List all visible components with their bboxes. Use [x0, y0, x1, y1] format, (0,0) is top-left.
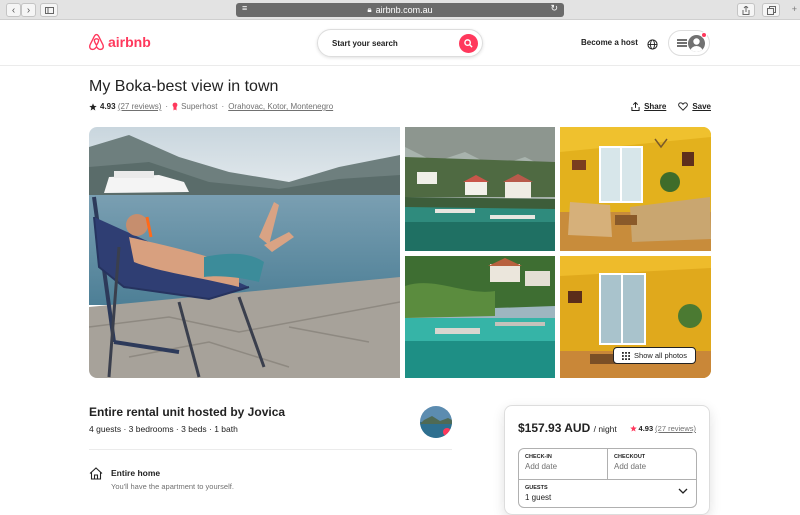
airbnb-logo-icon: [89, 33, 104, 51]
listing-heading: Entire rental unit hosted by Jovica: [89, 405, 286, 419]
highlight-title: Entire home: [111, 468, 161, 478]
listing-meta: 4.93 (27 reviews) · Superhost · Orahovac…: [89, 102, 333, 111]
star-icon: [629, 425, 637, 432]
photo-gallery: [89, 127, 711, 378]
tabs-icon: [766, 5, 776, 15]
language-button[interactable]: [647, 37, 658, 55]
forward-button[interactable]: ›: [21, 3, 36, 17]
superhost-icon: [172, 102, 178, 111]
location-link[interactable]: Orahovac, Kotor, Montenegro: [228, 102, 333, 111]
star-icon: [89, 102, 97, 110]
share-icon: [631, 102, 640, 111]
browser-toolbar: ‹ › ≡ 🔒︎ airbnb.com.au ↻ +: [0, 0, 800, 20]
grid-icon: [622, 351, 631, 360]
listing-summary: 4 guests · 3 bedrooms · 3 beds · 1 bath: [89, 424, 238, 434]
share-button[interactable]: Share: [631, 102, 666, 111]
chevron-down-icon: [678, 488, 688, 494]
checkout-value: Add date: [614, 462, 647, 471]
checkin-label: CHECK-IN: [525, 454, 552, 460]
notification-dot: [701, 32, 707, 38]
card-rating: 4.93 (27 reviews): [629, 424, 696, 433]
back-button[interactable]: ‹: [6, 3, 21, 17]
url-text: airbnb.com.au: [375, 5, 433, 15]
share-label: Share: [644, 102, 667, 111]
guests-label: GUESTS: [525, 485, 548, 491]
guests-value: 1 guest: [525, 493, 552, 502]
share-browser-button[interactable]: [737, 3, 755, 17]
booking-date-picker: CHECK-IN Add date CHECKOUT Add date GUES…: [518, 448, 697, 508]
site-header: airbnb Start your search Become a host: [0, 21, 800, 66]
brand-name: airbnb: [108, 34, 151, 50]
show-all-photos-button[interactable]: Show all photos: [613, 347, 696, 364]
checkin-field[interactable]: CHECK-IN Add date: [519, 449, 608, 479]
user-menu-button[interactable]: [668, 30, 710, 56]
nightly-price: $157.93 AUD / night: [518, 421, 617, 435]
airbnb-logo[interactable]: airbnb: [88, 33, 151, 51]
main-photo[interactable]: [89, 127, 400, 378]
per-night-label: / night: [593, 424, 617, 434]
show-all-label: Show all photos: [634, 351, 687, 360]
reload-icon[interactable]: ↻: [550, 3, 558, 14]
price-value: $157.93 AUD: [518, 421, 591, 435]
photo-living-room[interactable]: [560, 127, 711, 251]
share-icon: [742, 5, 750, 15]
reader-icon[interactable]: ≡: [242, 3, 247, 13]
separator: ·: [221, 102, 225, 111]
separator: ·: [165, 102, 169, 111]
save-button[interactable]: Save: [678, 102, 711, 111]
new-tab-icon[interactable]: +: [792, 4, 797, 14]
guests-field[interactable]: GUESTS 1 guest: [519, 479, 696, 507]
highlight-subtitle: You'll have the apartment to yourself.: [111, 482, 234, 491]
host-avatar[interactable]: [420, 406, 452, 438]
sidebar-toggle-button[interactable]: [40, 3, 58, 17]
checkout-label: CHECKOUT: [614, 454, 646, 460]
sidebar-icon: [44, 6, 54, 14]
listing-title: My Boka-best view in town: [89, 78, 279, 95]
tabs-button[interactable]: [762, 3, 780, 17]
menu-icon: [677, 39, 687, 47]
save-label: Save: [692, 102, 711, 111]
search-label: Start your search: [332, 38, 398, 48]
address-bar[interactable]: ≡ 🔒︎ airbnb.com.au ↻: [236, 3, 564, 17]
lock-icon: 🔒︎: [367, 5, 372, 14]
superhost-label: Superhost: [181, 102, 218, 111]
heart-icon: [678, 102, 689, 111]
globe-icon: [647, 39, 658, 50]
card-rating-value: 4.93: [638, 424, 654, 433]
divider: [89, 449, 452, 450]
home-icon: [89, 467, 103, 485]
checkout-field[interactable]: CHECKOUT Add date: [608, 449, 696, 479]
listing-actions: Share Save: [631, 102, 711, 111]
search-button[interactable]: [459, 34, 478, 53]
card-reviews-link[interactable]: (27 reviews): [655, 424, 696, 433]
photo-waterfront[interactable]: [405, 256, 555, 378]
checkin-value: Add date: [525, 462, 558, 471]
reviews-link[interactable]: (27 reviews): [118, 102, 162, 111]
search-bar[interactable]: Start your search: [317, 29, 483, 57]
rating-value: 4.93: [100, 102, 116, 111]
booking-card: $157.93 AUD / night 4.93 (27 reviews) CH…: [504, 405, 710, 515]
photo-village[interactable]: [405, 127, 555, 251]
become-host-link[interactable]: Become a host: [581, 38, 638, 47]
search-icon: [464, 39, 473, 48]
